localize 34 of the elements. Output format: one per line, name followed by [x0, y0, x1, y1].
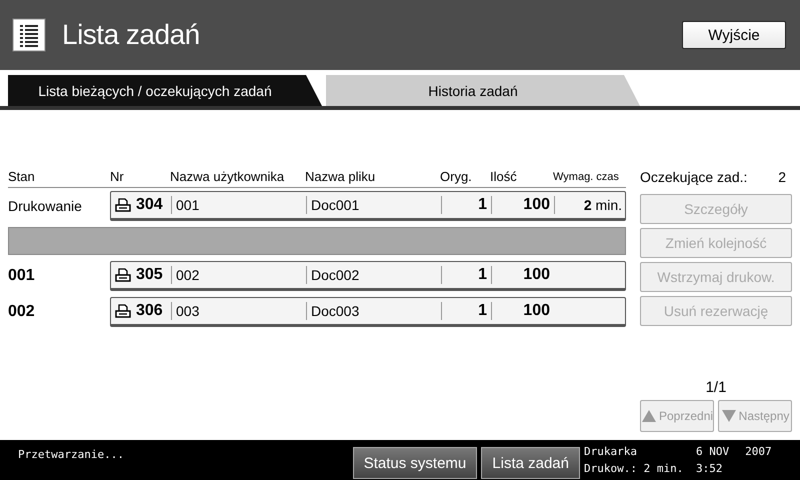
status-message: Przetwarzanie... [18, 447, 125, 461]
date-text: 6 NOV [696, 445, 730, 458]
page-indicator: 1/1 [706, 379, 726, 396]
down-arrow-icon [720, 409, 737, 423]
job-status: 001 [8, 267, 36, 285]
job-status: Drukowanie [8, 198, 83, 214]
column-header: Nr [110, 169, 125, 184]
tab[interactable]: Lista bieżących / oczekujących zadań [8, 75, 322, 106]
printer-label: Drukarka [584, 445, 638, 458]
printer-icon [115, 198, 131, 212]
tab[interactable]: Historia zadań [326, 75, 640, 106]
column-header: Nazwa pliku [305, 169, 376, 184]
waiting-jobs-count: 2 [778, 169, 786, 185]
column-header: Wymag. czas [553, 170, 620, 182]
clock-text: 3:52 [696, 462, 724, 475]
screen-title: Lista zadań [62, 19, 201, 51]
job-status: 002 [8, 303, 36, 321]
column-header: Stan [8, 169, 36, 184]
up-arrow-icon [641, 409, 657, 423]
job-row[interactable]: 305 002 Doc002 1 100 [110, 261, 626, 291]
column-header: Ilość [490, 169, 518, 184]
column-header: Nazwa użytkownika [170, 169, 286, 184]
printer-icon [115, 268, 131, 282]
job-row[interactable]: 306 003 Doc003 1 100 [110, 297, 626, 327]
status-bar-button[interactable]: Lista zadań [481, 447, 580, 479]
status-bar-button[interactable]: Status systemu [352, 447, 478, 479]
printer-time: Drukow.: 2 min. [584, 462, 684, 475]
printer-icon [115, 304, 131, 318]
year-text: 2007 [745, 445, 772, 458]
column-header: Oryg. [440, 169, 473, 184]
waiting-jobs-label: Oczekujące zad.: [640, 169, 748, 185]
job-row[interactable]: 304 001 Doc001 1 100 2 min. [110, 191, 626, 221]
list-icon [12, 18, 46, 52]
exit-button[interactable]: Wyjście [682, 21, 786, 49]
